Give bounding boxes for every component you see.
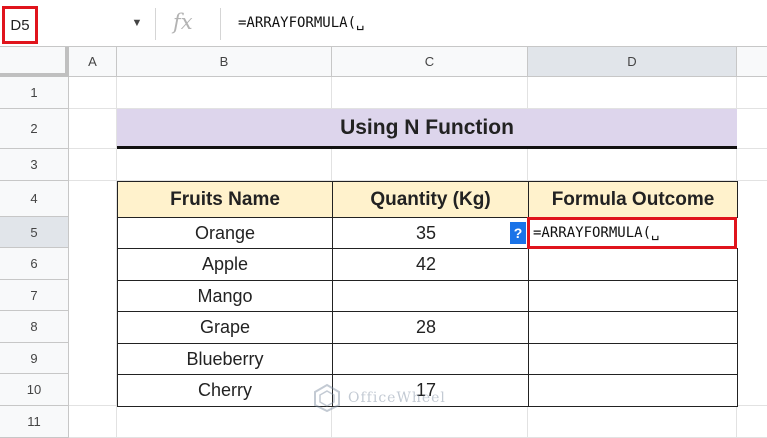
sheet-title[interactable]: Using N Function <box>117 109 737 149</box>
row-header-8[interactable]: 8 <box>0 311 69 343</box>
fruit-cell[interactable]: Grape <box>117 311 333 344</box>
row-header-7[interactable]: 7 <box>0 280 69 311</box>
officewheel-logo-icon <box>314 383 340 413</box>
formula-help-icon[interactable]: ? <box>510 222 526 244</box>
row-header-2[interactable]: 2 <box>0 109 69 149</box>
fx-icon: fx <box>173 10 193 34</box>
row-header-3[interactable]: 3 <box>0 149 69 181</box>
outcome-cell[interactable] <box>528 280 738 312</box>
row-header-5[interactable]: 5 <box>0 217 69 248</box>
header-fruits-name[interactable]: Fruits Name <box>117 181 333 218</box>
outcome-cell[interactable] <box>528 248 738 281</box>
column-header-d[interactable]: D <box>528 47 737 77</box>
row-header-10[interactable]: 10 <box>0 374 69 406</box>
divider <box>155 8 156 40</box>
row-header-6[interactable]: 6 <box>0 248 69 280</box>
header-quantity[interactable]: Quantity (Kg) <box>332 181 529 218</box>
quantity-cell[interactable]: 28 <box>332 311 529 344</box>
row-header-4[interactable]: 4 <box>0 181 69 217</box>
formula-bar <box>0 0 767 47</box>
chevron-down-icon[interactable]: ▼ <box>130 16 144 30</box>
watermark-text: OfficeWheel <box>348 390 446 406</box>
quantity-cell[interactable]: 35 <box>332 217 529 249</box>
fruit-cell[interactable]: Blueberry <box>117 343 333 375</box>
outcome-cell[interactable] <box>528 343 738 375</box>
column-header-a[interactable]: A <box>69 47 117 77</box>
name-box[interactable]: D5 <box>2 6 38 44</box>
watermark: OfficeWheel <box>312 378 446 418</box>
quantity-cell[interactable] <box>332 343 529 375</box>
column-header-b[interactable]: B <box>117 47 332 77</box>
row-header-1[interactable]: 1 <box>0 77 69 109</box>
select-all-corner[interactable] <box>0 47 69 77</box>
row-header-11[interactable]: 11 <box>0 406 69 438</box>
quantity-cell[interactable]: 42 <box>332 248 529 281</box>
quantity-cell[interactable] <box>332 280 529 312</box>
header-formula-outcome[interactable]: Formula Outcome <box>528 181 738 218</box>
fruit-cell[interactable]: Apple <box>117 248 333 281</box>
fruit-cell[interactable]: Orange <box>117 217 333 249</box>
fruit-cell[interactable]: Mango <box>117 280 333 312</box>
cell-editor-text[interactable]: =ARRAYFORMULA(␣ <box>533 222 659 244</box>
formula-input[interactable]: =ARRAYFORMULA(␣ <box>238 11 364 35</box>
row-header-9[interactable]: 9 <box>0 343 69 374</box>
outcome-cell[interactable] <box>528 311 738 344</box>
fruit-cell[interactable]: Cherry <box>117 374 333 407</box>
outcome-cell[interactable] <box>528 374 738 407</box>
column-header-c[interactable]: C <box>332 47 528 77</box>
column-header-e[interactable] <box>737 47 767 77</box>
divider <box>220 8 221 40</box>
